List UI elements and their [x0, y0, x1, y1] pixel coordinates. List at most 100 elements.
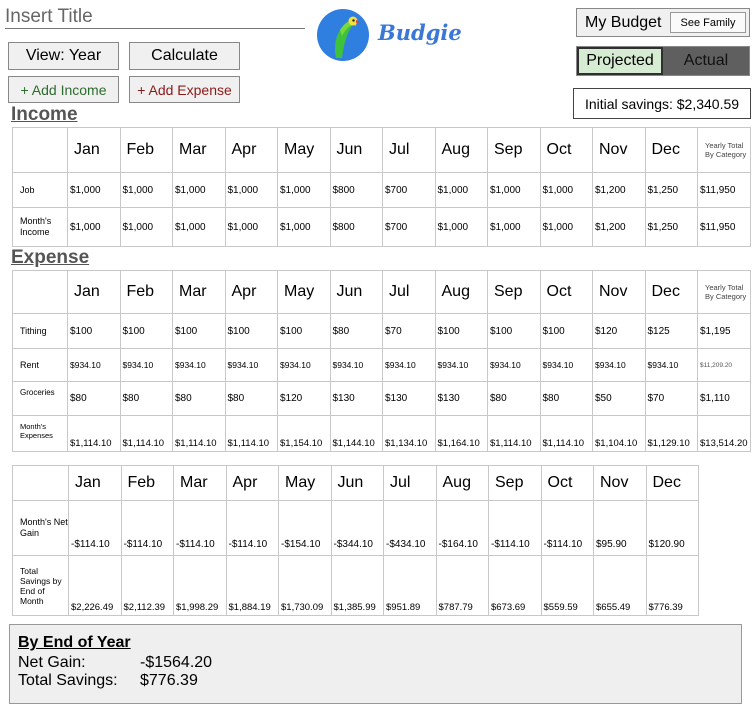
- my-budget-panel: My Budget See Family: [576, 8, 750, 37]
- value-cell[interactable]: $934.10: [277, 348, 331, 382]
- value-cell[interactable]: $50: [592, 381, 646, 416]
- value-cell[interactable]: $100: [224, 313, 278, 349]
- expense-row-total: Month's Expenses $1,114.10 $1,114.10 $1,…: [12, 415, 751, 452]
- value-cell: $655.49: [593, 555, 647, 616]
- value-cell: $1,000: [119, 207, 173, 247]
- yearly-total-cell: $1,110: [697, 381, 751, 416]
- value-cell[interactable]: $100: [539, 313, 593, 349]
- actual-tab[interactable]: Actual: [663, 47, 749, 75]
- month-header: Nov: [593, 465, 647, 501]
- value-cell[interactable]: $934.10: [644, 348, 698, 382]
- month-header: Jun: [330, 465, 384, 501]
- value-cell[interactable]: $1,000: [172, 172, 226, 208]
- value-cell: $1,114.10: [67, 415, 121, 452]
- month-header: Jan: [67, 270, 121, 314]
- expense-header-row: Jan Feb Mar Apr May Jun Jul Aug Sep Oct …: [12, 270, 751, 314]
- value-cell: $1,200: [592, 207, 646, 247]
- value-cell[interactable]: $1,000: [487, 172, 541, 208]
- value-cell[interactable]: $1,250: [644, 172, 698, 208]
- month-header: Apr: [224, 127, 278, 173]
- value-cell[interactable]: $934.10: [67, 348, 121, 382]
- yearly-total-cell: $11,950: [697, 172, 751, 208]
- value-cell[interactable]: $1,000: [224, 172, 278, 208]
- value-cell[interactable]: $934.10: [487, 348, 541, 382]
- value-cell[interactable]: $934.10: [224, 348, 278, 382]
- value-cell[interactable]: $80: [119, 381, 173, 416]
- value-cell[interactable]: $1,000: [119, 172, 173, 208]
- add-expense-button[interactable]: + Add Expense: [129, 76, 240, 103]
- value-cell[interactable]: $80: [539, 381, 593, 416]
- value-cell[interactable]: $80: [172, 381, 226, 416]
- value-cell[interactable]: $70: [644, 381, 698, 416]
- value-cell: $1,730.09: [278, 555, 332, 616]
- view-year-button[interactable]: View: Year: [8, 42, 119, 70]
- value-cell[interactable]: $934.10: [539, 348, 593, 382]
- page-title[interactable]: Insert Title: [5, 6, 93, 27]
- month-header: Jan: [68, 465, 122, 501]
- value-cell[interactable]: $130: [382, 381, 436, 416]
- value-cell[interactable]: $934.10: [434, 348, 488, 382]
- row-label: Month's Net Gain: [12, 500, 69, 556]
- row-label: Rent: [12, 348, 68, 382]
- value-cell[interactable]: $120: [277, 381, 331, 416]
- corner-cell: [12, 465, 69, 501]
- value-cell[interactable]: $70: [382, 313, 436, 349]
- see-family-button[interactable]: See Family: [670, 12, 746, 33]
- value-cell[interactable]: $130: [434, 381, 488, 416]
- month-header: Mar: [172, 127, 226, 173]
- value-cell: $95.90: [593, 500, 647, 556]
- month-header: Sep: [488, 465, 542, 501]
- value-cell[interactable]: $1,000: [434, 172, 488, 208]
- expense-section-title: Expense: [11, 247, 90, 268]
- value-cell[interactable]: $125: [644, 313, 698, 349]
- initial-savings-field[interactable]: Initial savings: $2,340.59: [573, 88, 751, 119]
- value-cell: $1,000: [172, 207, 226, 247]
- income-header-row: Jan Feb Mar Apr May Jun Jul Aug Sep Oct …: [12, 127, 751, 173]
- value-cell[interactable]: $1,000: [277, 172, 331, 208]
- projected-tab[interactable]: Projected: [577, 47, 663, 75]
- value-cell[interactable]: $100: [67, 313, 121, 349]
- value-cell[interactable]: $80: [67, 381, 121, 416]
- yearly-total-header: Yearly Total By Category: [697, 270, 751, 314]
- total-savings-row: Total Savings by End of Month $2,226.49 …: [12, 555, 699, 616]
- value-cell[interactable]: $100: [172, 313, 226, 349]
- value-cell[interactable]: $934.10: [119, 348, 173, 382]
- value-cell[interactable]: $80: [487, 381, 541, 416]
- value-cell: $1,144.10: [329, 415, 383, 452]
- net-gain-table: Jan Feb Mar Apr May Jun Jul Aug Sep Oct …: [12, 465, 699, 616]
- value-cell[interactable]: $700: [382, 172, 436, 208]
- value-cell[interactable]: $120: [592, 313, 646, 349]
- value-cell[interactable]: $1,000: [539, 172, 593, 208]
- value-cell[interactable]: $934.10: [592, 348, 646, 382]
- income-table: Jan Feb Mar Apr May Jun Jul Aug Sep Oct …: [12, 127, 751, 247]
- value-cell: $2,226.49: [68, 555, 122, 616]
- income-section-title: Income: [11, 104, 78, 125]
- add-income-button[interactable]: + Add Income: [8, 76, 119, 103]
- value-cell[interactable]: $80: [329, 313, 383, 349]
- value-cell[interactable]: $800: [329, 172, 383, 208]
- value-cell[interactable]: $100: [119, 313, 173, 349]
- net-gain-row: Month's Net Gain -$114.10 -$114.10 -$114…: [12, 500, 699, 556]
- month-header: Dec: [644, 270, 698, 314]
- value-cell: $1,114.10: [539, 415, 593, 452]
- value-cell[interactable]: $934.10: [329, 348, 383, 382]
- value-cell[interactable]: $100: [487, 313, 541, 349]
- value-cell[interactable]: $1,200: [592, 172, 646, 208]
- title-field[interactable]: Insert Title: [5, 5, 305, 29]
- value-cell[interactable]: $934.10: [172, 348, 226, 382]
- calculate-button[interactable]: Calculate: [129, 42, 240, 70]
- value-cell: $700: [382, 207, 436, 247]
- value-cell[interactable]: $100: [434, 313, 488, 349]
- month-header: May: [277, 127, 331, 173]
- month-header: May: [277, 270, 331, 314]
- value-cell: $951.89: [383, 555, 437, 616]
- value-cell[interactable]: $100: [277, 313, 331, 349]
- expense-row-groceries: Groceries $80 $80 $80 $80 $120 $130 $130…: [12, 381, 751, 416]
- value-cell: $776.39: [645, 555, 699, 616]
- value-cell[interactable]: $130: [329, 381, 383, 416]
- value-cell[interactable]: $80: [224, 381, 278, 416]
- month-header: Sep: [487, 127, 541, 173]
- value-cell[interactable]: $934.10: [382, 348, 436, 382]
- value-cell[interactable]: $1,000: [67, 172, 121, 208]
- yearly-total-header: Yearly Total By Category: [697, 127, 751, 173]
